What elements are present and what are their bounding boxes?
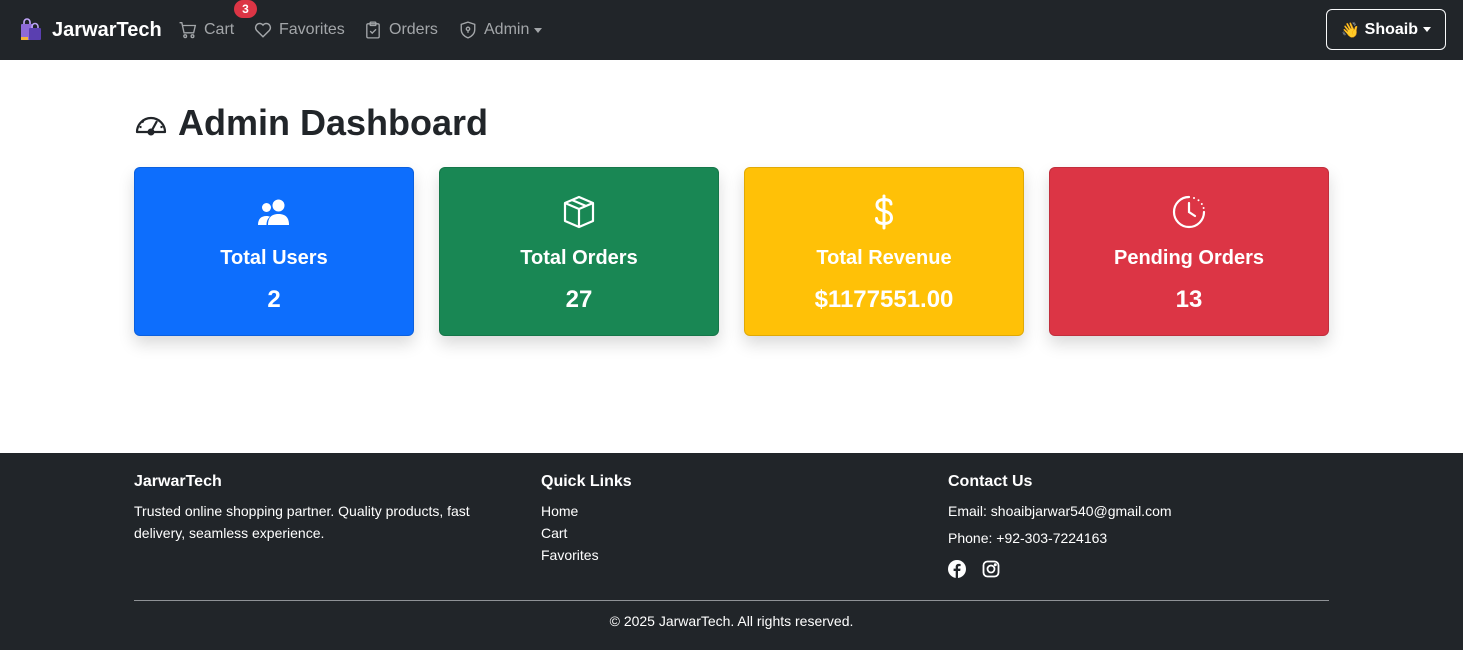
instagram-icon[interactable]: [982, 560, 1000, 578]
footer-quick-links: Home Cart Favorites: [541, 500, 599, 566]
card-title: Pending Orders: [1113, 247, 1265, 269]
nav-orders-link[interactable]: Orders: [364, 19, 438, 41]
footer-contact-phone: Phone: +92-303-7224163: [948, 530, 1108, 546]
top-navbar: JarwarTech Cart 3 Favorites Orders Admin: [0, 0, 1463, 60]
people-icon: [258, 199, 289, 225]
nav-cart-link[interactable]: Cart: [179, 19, 234, 41]
site-footer: JarwarTech Trusted online shopping partn…: [0, 453, 1463, 650]
clipboard-check-icon: [366, 21, 380, 39]
page-title: Admin Dashboard: [133, 100, 488, 146]
stat-card-total-revenue: Total Revenue $1177551.00: [744, 167, 1024, 336]
nav-favorites-link[interactable]: Favorites: [254, 19, 345, 41]
stat-card-total-orders: Total Orders 27: [439, 167, 719, 336]
card-value: 27: [565, 286, 593, 313]
user-name: Shoaib: [1364, 20, 1419, 38]
footer-divider: [134, 600, 1329, 601]
nav-favorites-label: Favorites: [279, 21, 345, 38]
footer-about-text: Trusted online shopping partner. Quality…: [134, 500, 470, 544]
box-icon: [563, 195, 595, 229]
shield-icon: [460, 21, 476, 39]
chevron-down-icon: [534, 27, 543, 33]
footer-link-home[interactable]: Home: [541, 500, 599, 522]
nav-orders-label: Orders: [389, 21, 438, 38]
card-title: Total Revenue: [816, 247, 952, 269]
shopping-bags-logo-icon: [19, 18, 43, 42]
cart-icon: [179, 22, 197, 39]
card-title: Total Orders: [520, 247, 638, 269]
nav-cart-label: Cart: [204, 21, 235, 38]
stat-card-total-users: Total Users 2: [134, 167, 414, 336]
footer-about-heading: JarwarTech: [134, 473, 222, 490]
chevron-down-icon: [1423, 27, 1432, 32]
user-menu-button[interactable]: 👋 Shoaib: [1326, 9, 1446, 50]
cart-count-badge: 3: [234, 0, 257, 18]
footer-quick-links-heading: Quick Links: [541, 473, 632, 490]
heart-icon: [254, 22, 272, 38]
waving-hand-icon: 👋: [1340, 21, 1360, 39]
card-value: 2: [267, 286, 281, 313]
dollar-icon: [875, 194, 894, 230]
card-value: 13: [1175, 286, 1203, 313]
card-title: Total Users: [220, 247, 328, 269]
brand-name: JarwarTech: [52, 18, 162, 41]
nav-admin-label: Admin: [484, 21, 530, 38]
speedometer-icon: [135, 116, 167, 136]
clock-history-icon: [1172, 195, 1206, 229]
card-value: $1177551.00: [814, 286, 954, 313]
footer-contact-heading: Contact Us: [948, 473, 1033, 490]
brand-link[interactable]: JarwarTech: [19, 18, 162, 42]
nav-admin-dropdown[interactable]: Admin: [459, 19, 543, 41]
page-title-text: Admin Dashboard: [178, 102, 489, 143]
footer-about-line: delivery, seamless experience.: [134, 525, 325, 541]
footer-copyright: © 2025 JarwarTech. All rights reserved.: [609, 613, 854, 629]
facebook-icon[interactable]: [948, 560, 966, 578]
footer-about-line: Trusted online shopping partner. Quality…: [134, 503, 470, 519]
footer-link-cart[interactable]: Cart: [541, 522, 599, 544]
footer-social-links: [948, 560, 1016, 578]
footer-contact-email: Email: shoaibjarwar540@gmail.com: [948, 503, 1172, 519]
footer-link-favorites[interactable]: Favorites: [541, 544, 599, 566]
stat-card-pending-orders: Pending Orders 13: [1049, 167, 1329, 336]
